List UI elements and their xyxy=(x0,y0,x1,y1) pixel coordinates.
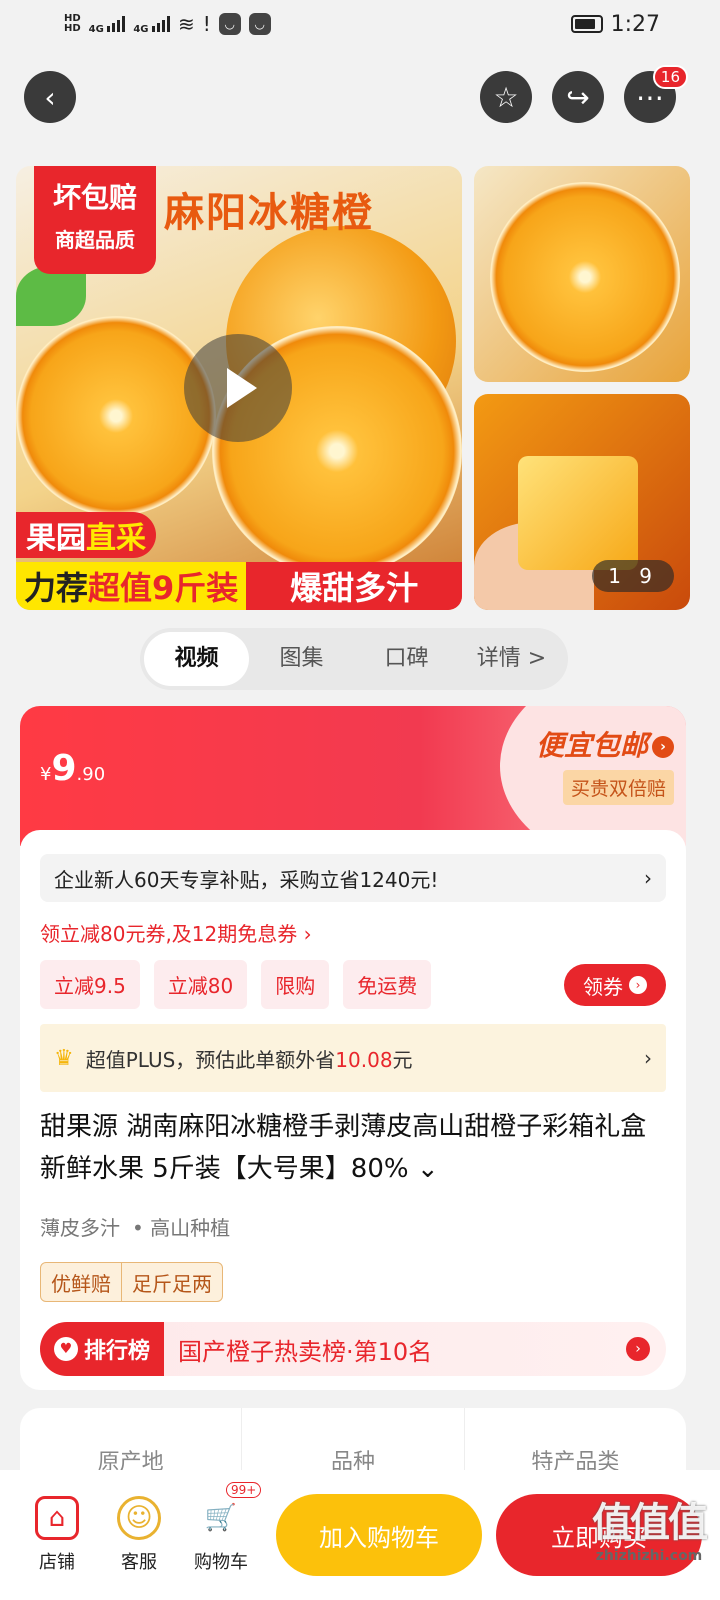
wifi-icon: ≋ xyxy=(177,12,195,36)
product-features: 薄皮多汁 • 高山种植 xyxy=(40,1216,231,1240)
image-headline: 麻阳冰糖橙 xyxy=(164,190,374,236)
cart-count-badge: 99+ xyxy=(226,1482,262,1498)
chevron-right-icon: › xyxy=(626,1337,650,1361)
image-strip-direct: 果园 直采 xyxy=(16,512,156,558)
favorite-button[interactable]: ☆ xyxy=(480,71,532,123)
image-strip-bottom: 力荐 超值9斤装 爆甜多汁 xyxy=(16,562,462,610)
signal-icon: 4G xyxy=(89,14,126,35)
gallery-thumbnail-2[interactable]: 1 9 xyxy=(474,394,690,610)
product-info-card: 企业新人60天专享补贴，采购立省1240元! › 领立减80元券,及12期免息券… xyxy=(20,830,686,1390)
message-count-badge: 16 xyxy=(652,65,688,89)
gallery-thumbnail-1[interactable] xyxy=(474,166,690,382)
play-icon[interactable] xyxy=(184,334,292,442)
service-icon: ☺ xyxy=(117,1496,161,1540)
add-to-cart-button[interactable]: 加入购物车 xyxy=(276,1494,482,1576)
leaf-decoration xyxy=(16,266,86,326)
shop-button[interactable]: ⌂ 店铺 xyxy=(16,1496,98,1574)
get-coupon-button[interactable]: 领券 › xyxy=(564,964,666,1006)
store-icon: ⌂ xyxy=(35,1496,79,1540)
crown-icon: ♛ xyxy=(54,1045,74,1071)
tab-details[interactable]: 详情 > xyxy=(459,632,564,686)
promo-chip: 免运费 xyxy=(343,960,432,1009)
alert-icon: ! xyxy=(202,12,211,36)
guarantee-item: 足斤足两 xyxy=(121,1263,222,1301)
battery-icon xyxy=(570,15,603,33)
signal-icon-2: 4G xyxy=(133,14,170,35)
tab-gallery[interactable]: 图集 xyxy=(249,632,354,686)
clock: 1:27 xyxy=(610,11,660,37)
app-notification-icon-2: ◡ xyxy=(248,13,271,35)
chevron-right-icon: › xyxy=(644,866,652,890)
tab-video[interactable]: 视频 xyxy=(144,632,249,686)
chevron-right-icon: › xyxy=(629,976,647,994)
new-user-subsidy-bar[interactable]: 企业新人60天专享补贴，采购立省1240元! › xyxy=(40,854,666,902)
price-guarantee-badge: 买贵双倍赔 xyxy=(562,770,674,805)
product-title[interactable]: 甜果源 湖南麻阳冰糖橙手剥薄皮高山甜橙子彩箱礼盒 新鲜水果 5斤装【大号果】80… xyxy=(40,1106,660,1190)
watermark: 值值值 zhizhizhi.com xyxy=(592,1500,708,1564)
cut-orange-image xyxy=(16,316,216,516)
cart-icon: 🛒 xyxy=(204,1503,238,1533)
status-bar: HD HD 4G 4G ≋ ! ◡ ◡ 1:27 xyxy=(0,0,720,48)
top-nav: ‹ ☆ ↪ ⋯ 16 xyxy=(24,65,688,124)
price: ¥ 9 .90 xyxy=(40,748,106,789)
orange-cube-image xyxy=(518,456,638,570)
back-icon: ‹ xyxy=(44,80,56,114)
tab-reviews[interactable]: 口碑 xyxy=(354,632,459,686)
chevron-right-icon: › xyxy=(644,1046,652,1070)
product-detail-page: HDHD 4G 4G ≋ ! ◡ ◡ 1:27 ‹ ☆ ↪ ⋯ 16 坏包赔 xyxy=(0,0,720,1600)
plus-savings-bar[interactable]: ♛ 超值PLUS，预估此单额外省10.08元 › xyxy=(40,1024,666,1092)
promo-chips: 立减9.5 立减80 限购 免运费 xyxy=(40,960,432,1009)
gallery-pager: 1 9 xyxy=(592,560,674,592)
cart-button[interactable]: 🛒 99+ 购物车 xyxy=(180,1482,262,1574)
guarantee-tag: 坏包赔 商超品质 xyxy=(34,166,156,274)
promo-chip: 立减9.5 xyxy=(40,960,140,1009)
guarantee-item: 优鲜赔 xyxy=(51,1271,111,1296)
service-guarantees[interactable]: 优鲜赔 足斤足两 xyxy=(40,1262,223,1302)
star-icon: ☆ xyxy=(493,80,519,114)
free-shipping-promo[interactable]: 便宜包邮 › 买贵双倍赔 xyxy=(536,724,674,805)
back-button[interactable]: ‹ xyxy=(24,71,76,123)
promo-chip: 限购 xyxy=(261,960,330,1009)
main-product-video[interactable]: 坏包赔 商超品质 麻阳冰糖橙 果园 直采 力荐 超值9斤装 爆甜多汁 xyxy=(16,166,462,610)
app-notification-icon: ◡ xyxy=(218,13,241,35)
customer-service-button[interactable]: ☺ 客服 xyxy=(98,1496,180,1574)
share-icon: ↪ xyxy=(566,80,590,114)
promo-chip: 立减80 xyxy=(153,960,248,1009)
coupon-link[interactable]: 领立减80元券,及12期免息券 › xyxy=(40,918,312,947)
hd-icon: HD HD xyxy=(64,13,81,34)
share-button[interactable]: ↪ xyxy=(552,71,604,123)
chevron-right-icon: › xyxy=(652,736,674,758)
price-banner: ¥ 9 .90 便宜包邮 › 买贵双倍赔 xyxy=(20,706,686,846)
media-tabs: 视频 图集 口碑 详情 > xyxy=(140,628,568,690)
trophy-icon: ♥ xyxy=(54,1337,78,1361)
more-button[interactable]: ⋯ 16 xyxy=(624,65,688,123)
ranking-bar[interactable]: ♥ 排行榜 国产橙子热卖榜·第10名 › xyxy=(40,1322,666,1376)
cut-orange-image xyxy=(490,182,680,372)
